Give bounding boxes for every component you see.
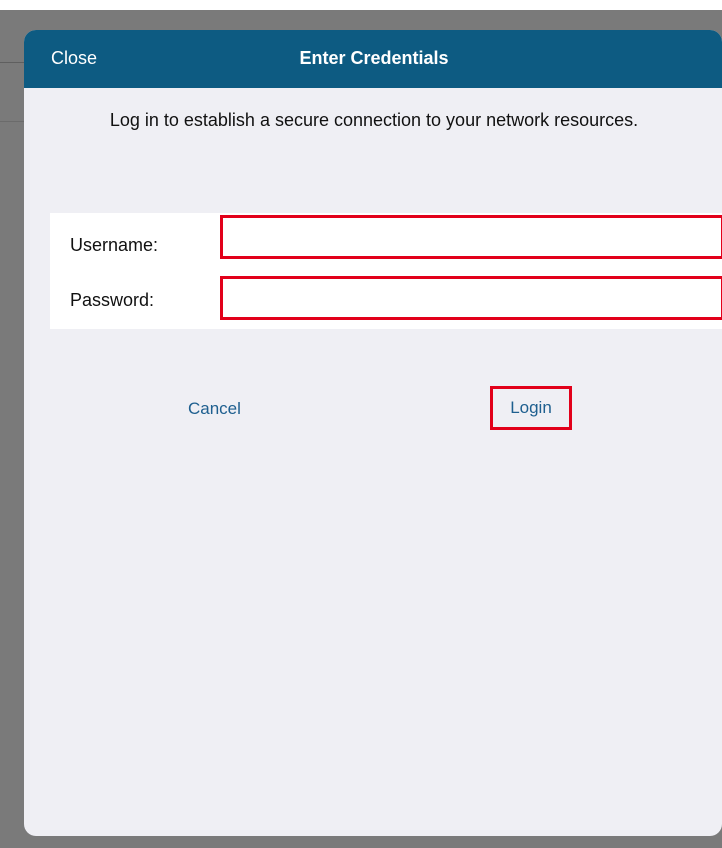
dialog-title: Enter Credentials — [299, 48, 449, 68]
username-label: Username: — [70, 235, 159, 255]
cancel-button[interactable]: Cancel — [188, 399, 241, 419]
password-label: Password: — [70, 290, 155, 310]
credentials-dialog: Close Enter Credentials Log in to establ… — [24, 30, 722, 836]
password-input[interactable] — [220, 276, 722, 320]
login-button[interactable]: Login — [490, 386, 572, 430]
dialog-description: Log in to establish a secure connection … — [109, 110, 639, 130]
username-input[interactable] — [220, 215, 722, 259]
dialog-titlebar: Close Enter Credentials — [24, 30, 722, 88]
credentials-form: Username: Password: — [50, 213, 722, 329]
